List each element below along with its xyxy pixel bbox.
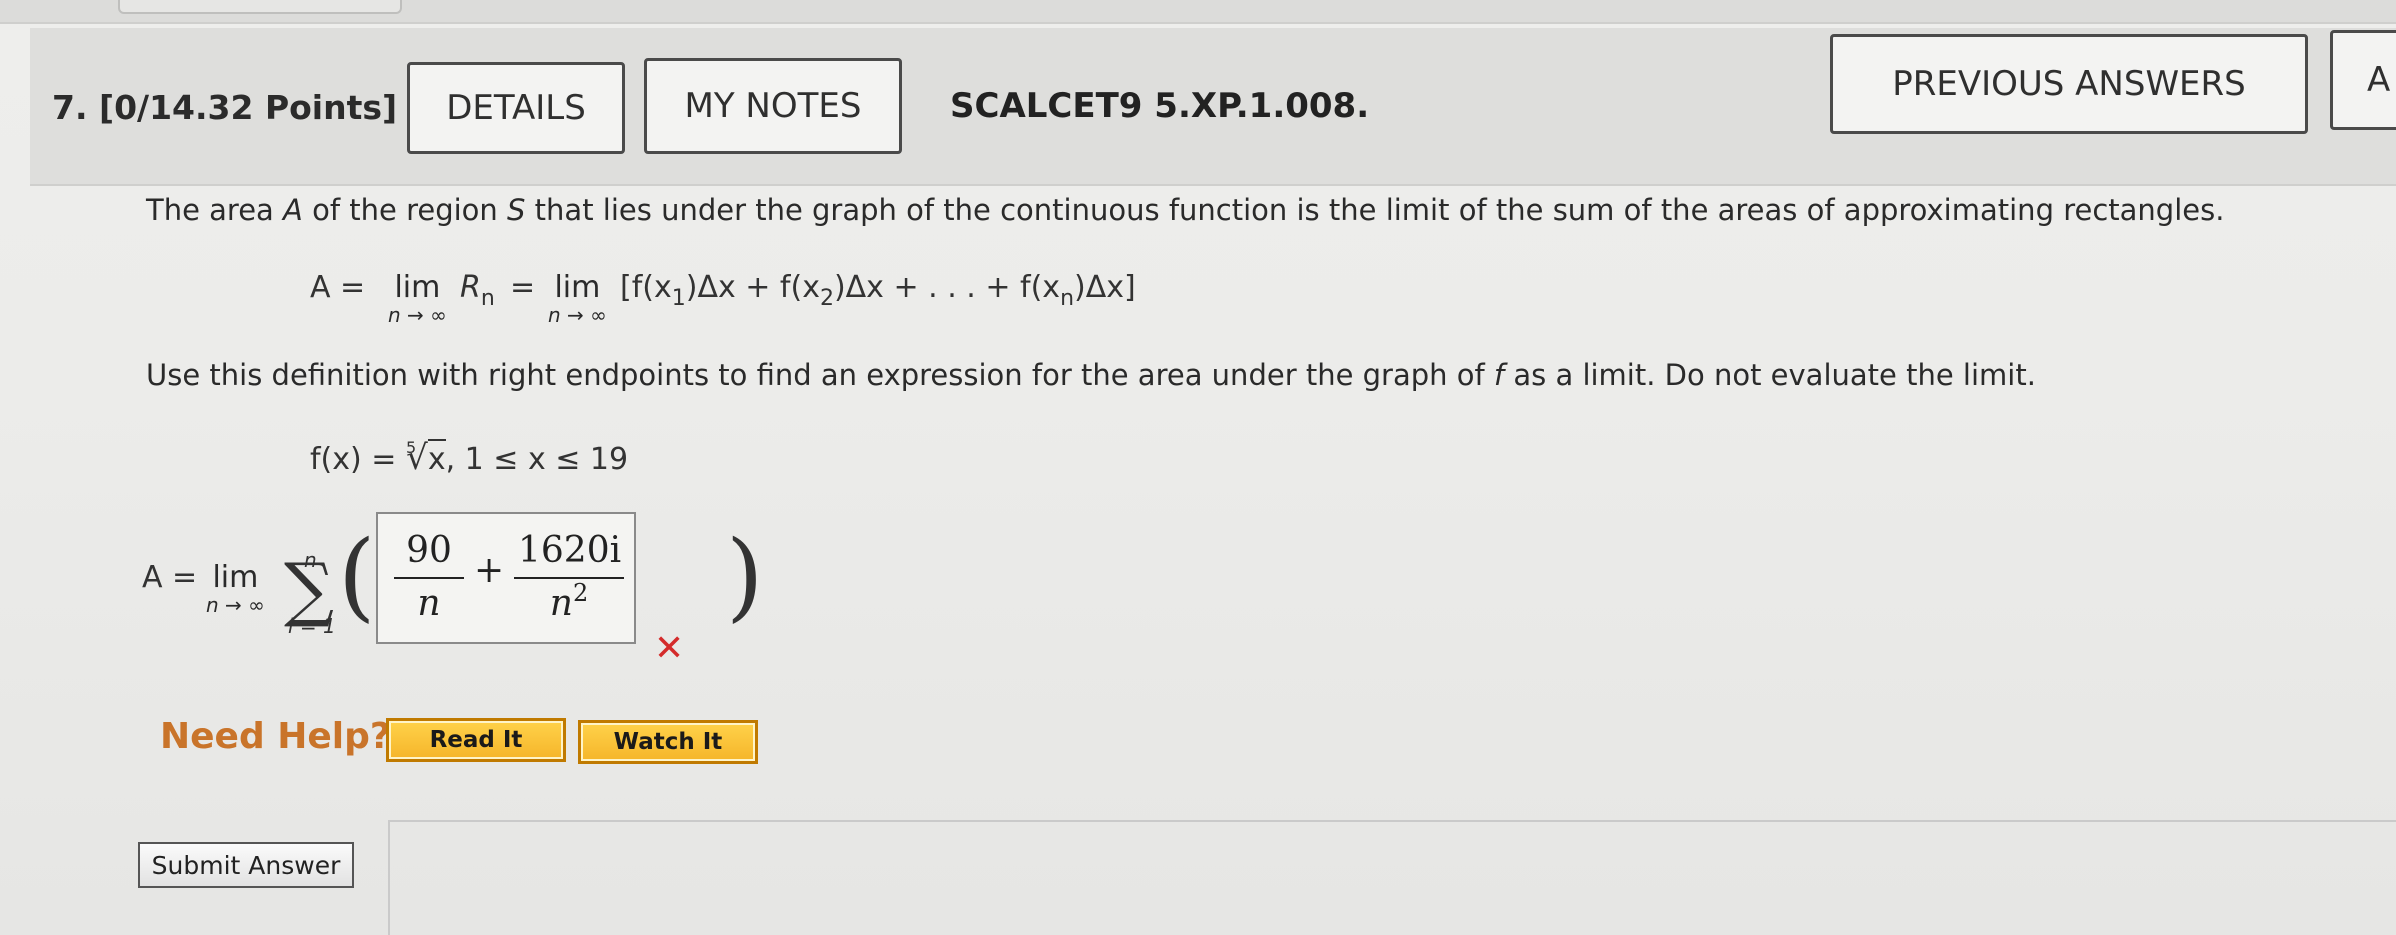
sum-part-2: )Δx + . . . + f(x [833, 270, 1061, 305]
top-edge [0, 0, 2396, 24]
radicand: x [427, 439, 446, 477]
sigma-lower-limit: i = 1 [288, 614, 336, 638]
need-help-label: Need Help? [160, 716, 391, 757]
right-paren: ) [726, 520, 764, 632]
left-paren: ( [338, 520, 376, 632]
definition-equals: = [510, 270, 536, 305]
sigma-lower-text: i = 1 [288, 614, 336, 638]
fraction-2-den-base: n [549, 583, 573, 624]
riemann-sum-symbol: Rn [460, 270, 495, 311]
intro-text: The area A of the region S that lies und… [146, 193, 2225, 227]
sum-sub-n: n [1060, 286, 1075, 311]
root-index: 5 [405, 438, 417, 457]
fraction-1: 90 n [394, 530, 464, 624]
answer-lhs: A = [142, 560, 198, 595]
sum-expression: [f(x1)Δx + f(x2)Δx + . . . + f(xn)Δx] [620, 270, 1136, 311]
function-lhs: f(x) = [310, 442, 397, 477]
function-definition: f(x) = 5√x, 1 ≤ x ≤ 19 [310, 438, 628, 478]
response-area-left-border [388, 820, 390, 935]
problem-code: SCALCET9 5.XP.1.008. [950, 86, 1370, 126]
watch-it-button[interactable]: Watch It [578, 720, 758, 764]
submit-answer-button[interactable]: Submit Answer [138, 842, 354, 888]
cut-off-button[interactable]: A [2330, 30, 2396, 130]
sum-part-open: [f(x [620, 270, 672, 305]
plus-sign: + [474, 550, 505, 591]
sum-part-3: )Δx] [1074, 270, 1136, 305]
fraction-1-denominator: n [417, 583, 441, 624]
lim-text: lim [394, 270, 441, 305]
response-area-top-border [388, 820, 2396, 822]
lim-under-text: n → ∞ [388, 303, 447, 327]
r-subscript: n [480, 286, 495, 311]
my-notes-button[interactable]: MY NOTES [644, 58, 902, 154]
question-label: 7. [0/14.32 Points] [52, 88, 398, 127]
fraction-2: 1620i n2 [514, 530, 624, 624]
lim-text-2: lim [554, 270, 601, 305]
page: 7. [0/14.32 Points] DETAILS MY NOTES SCA… [0, 0, 2396, 935]
instruction-text: Use this definition with right endpoints… [146, 358, 2036, 392]
fraction-2-denominator: n2 [514, 579, 624, 624]
top-tab [118, 0, 402, 14]
fraction-2-numerator: 1620i [514, 530, 624, 579]
fraction-1-numerator: 90 [394, 530, 464, 579]
lim-under-text-2: n → ∞ [548, 303, 607, 327]
definition-limit-1: lim n → ∞ [388, 270, 447, 327]
r-letter: R [460, 270, 481, 305]
function-domain: , 1 ≤ x ≤ 19 [445, 442, 629, 477]
answer-input-field[interactable]: 90 n + 1620i n2 [376, 512, 636, 644]
previous-answers-button[interactable]: PREVIOUS ANSWERS [1830, 34, 2308, 134]
answer-lim-under: n → ∞ [206, 593, 265, 617]
answer-lim-text: lim [212, 560, 259, 595]
details-button[interactable]: DETAILS [407, 62, 625, 154]
answer-limit: lim n → ∞ [206, 560, 265, 617]
sum-sub-2: 2 [819, 286, 834, 311]
fraction-2-den-exponent: 2 [572, 579, 589, 607]
definition-limit-2: lim n → ∞ [548, 270, 607, 327]
sum-part-1: )Δx + f(x [685, 270, 820, 305]
sum-sub-1: 1 [671, 286, 686, 311]
read-it-button[interactable]: Read It [386, 718, 566, 762]
definition-lhs: A = [310, 270, 366, 305]
x-mark-icon: ✕ [654, 628, 685, 669]
